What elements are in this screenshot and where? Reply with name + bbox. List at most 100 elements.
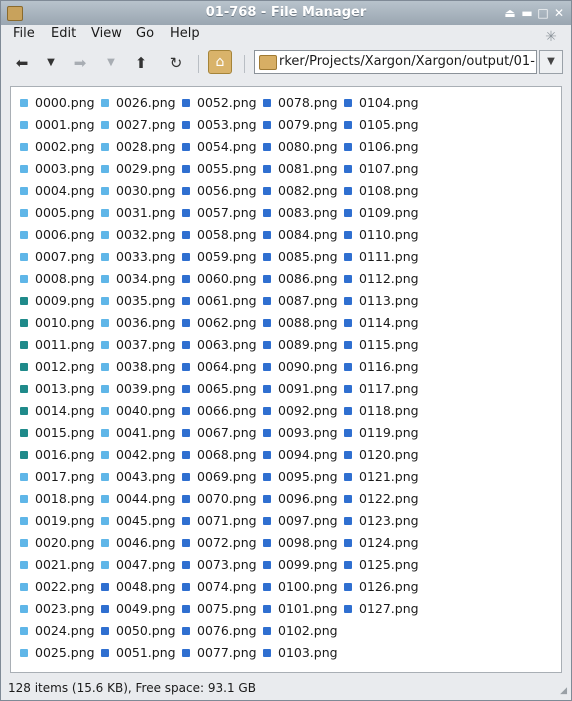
file-name: 0039.png bbox=[116, 381, 176, 396]
file-name: 0002.png bbox=[35, 139, 95, 154]
file-name: 0019.png bbox=[35, 513, 95, 528]
file-name: 0042.png bbox=[116, 447, 176, 462]
file-name: 0008.png bbox=[35, 271, 95, 286]
image-file-icon bbox=[344, 209, 352, 217]
file-name: 0057.png bbox=[197, 205, 257, 220]
file-name: 0036.png bbox=[116, 315, 176, 330]
image-file-icon bbox=[344, 121, 352, 129]
file-name: 0083.png bbox=[278, 205, 338, 220]
location-dropdown-button[interactable]: ▼ bbox=[539, 50, 563, 74]
file-name: 0114.png bbox=[359, 315, 419, 330]
file-name: 0049.png bbox=[116, 601, 176, 616]
image-file-icon bbox=[20, 209, 28, 217]
file-name: 0013.png bbox=[35, 381, 95, 396]
image-file-icon bbox=[263, 319, 271, 327]
location-bar[interactable]: rker/Projects/Xargon/Xargon/output/01-76… bbox=[254, 50, 537, 74]
resize-grip-icon[interactable]: ◢ bbox=[557, 686, 567, 696]
back-button[interactable]: ⬅ bbox=[9, 51, 35, 75]
image-file-icon bbox=[344, 187, 352, 195]
image-file-icon bbox=[344, 539, 352, 547]
image-file-icon bbox=[101, 209, 109, 217]
menu-file[interactable]: File bbox=[13, 26, 35, 41]
file-name: 0113.png bbox=[359, 293, 419, 308]
file-name: 0055.png bbox=[197, 161, 257, 176]
file-name: 0118.png bbox=[359, 403, 419, 418]
file-name: 0097.png bbox=[278, 513, 338, 528]
file-name: 0093.png bbox=[278, 425, 338, 440]
arrow-up-icon: ⬆ bbox=[134, 54, 148, 72]
minimize-icon[interactable]: ▬ bbox=[520, 6, 534, 20]
file-name: 0045.png bbox=[116, 513, 176, 528]
arrow-left-icon: ⬅ bbox=[15, 54, 29, 72]
image-file-icon bbox=[20, 297, 28, 305]
image-file-icon bbox=[182, 143, 190, 151]
busy-spinner-icon: ✳ bbox=[545, 29, 557, 45]
file-name: 0030.png bbox=[116, 183, 176, 198]
forward-history-dropdown[interactable]: ▼ bbox=[101, 51, 121, 75]
file-name: 0096.png bbox=[278, 491, 338, 506]
forward-button[interactable]: ➡ bbox=[67, 51, 93, 75]
file-name: 0103.png bbox=[278, 645, 338, 660]
image-file-icon bbox=[344, 165, 352, 173]
close-icon[interactable]: ✕ bbox=[552, 6, 566, 20]
menu-help[interactable]: Help bbox=[170, 26, 200, 41]
image-file-icon bbox=[182, 319, 190, 327]
reload-button[interactable]: ↻ bbox=[163, 51, 189, 75]
image-file-icon bbox=[263, 451, 271, 459]
file-name: 0104.png bbox=[359, 95, 419, 110]
file-name: 0031.png bbox=[116, 205, 176, 220]
file-name: 0011.png bbox=[35, 337, 95, 352]
file-name: 0023.png bbox=[35, 601, 95, 616]
image-file-icon bbox=[182, 209, 190, 217]
image-file-icon bbox=[20, 539, 28, 547]
menu-go[interactable]: Go bbox=[136, 26, 154, 41]
folder-icon bbox=[259, 55, 277, 70]
title-bar[interactable]: 01-768 - File Manager ⏏ ▬ □ ✕ bbox=[1, 1, 571, 26]
image-file-icon bbox=[101, 231, 109, 239]
maximize-icon[interactable]: □ bbox=[536, 6, 550, 20]
image-file-icon bbox=[182, 429, 190, 437]
menu-edit[interactable]: Edit bbox=[51, 26, 76, 41]
file-name: 0088.png bbox=[278, 315, 338, 330]
file-name: 0110.png bbox=[359, 227, 419, 242]
image-file-icon bbox=[20, 187, 28, 195]
file-name: 0044.png bbox=[116, 491, 176, 506]
file-name: 0027.png bbox=[116, 117, 176, 132]
image-file-icon bbox=[263, 561, 271, 569]
image-file-icon bbox=[263, 363, 271, 371]
image-file-icon bbox=[20, 517, 28, 525]
file-name: 0062.png bbox=[197, 315, 257, 330]
home-button[interactable]: ⌂ bbox=[208, 50, 232, 74]
file-name: 0048.png bbox=[116, 579, 176, 594]
file-name: 0072.png bbox=[197, 535, 257, 550]
image-file-icon bbox=[101, 473, 109, 481]
image-file-icon bbox=[182, 495, 190, 503]
file-name: 0085.png bbox=[278, 249, 338, 264]
file-name: 0100.png bbox=[278, 579, 338, 594]
image-file-icon bbox=[182, 363, 190, 371]
image-file-icon bbox=[182, 517, 190, 525]
file-list-view[interactable]: 0000.png 0001.png 0002.png 0003.png 0004.png… bbox=[10, 86, 562, 673]
image-file-icon bbox=[344, 297, 352, 305]
file-name: 0046.png bbox=[116, 535, 176, 550]
file-name: 0063.png bbox=[197, 337, 257, 352]
image-file-icon bbox=[182, 341, 190, 349]
chevron-down-icon: ▼ bbox=[107, 57, 115, 68]
toolbar-separator bbox=[198, 55, 199, 73]
image-file-icon bbox=[101, 627, 109, 635]
image-file-icon bbox=[101, 495, 109, 503]
image-file-icon bbox=[344, 319, 352, 327]
image-file-icon bbox=[263, 539, 271, 547]
file-name: 0009.png bbox=[35, 293, 95, 308]
menu-view[interactable]: View bbox=[91, 26, 122, 41]
location-path[interactable]: rker/Projects/Xargon/Xargon/output/01-76… bbox=[279, 54, 535, 69]
back-history-dropdown[interactable]: ▼ bbox=[41, 51, 61, 75]
file-name: 0003.png bbox=[35, 161, 95, 176]
file-name: 0102.png bbox=[278, 623, 338, 638]
shade-icon[interactable]: ⏏ bbox=[503, 6, 517, 20]
file-name: 0080.png bbox=[278, 139, 338, 154]
up-button[interactable]: ⬆ bbox=[128, 51, 154, 75]
file-name: 0064.png bbox=[197, 359, 257, 374]
image-file-icon bbox=[182, 231, 190, 239]
image-file-icon bbox=[101, 363, 109, 371]
